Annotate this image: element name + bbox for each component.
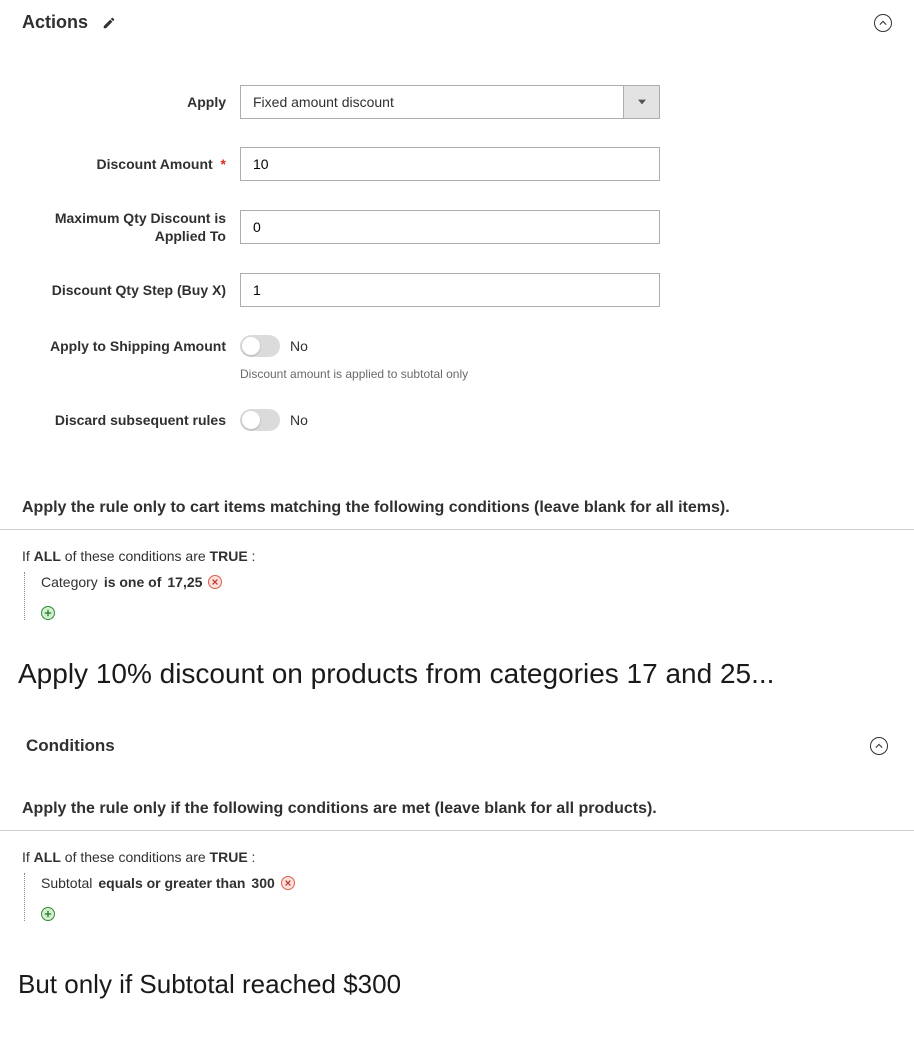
- condition-operator[interactable]: is one of: [104, 574, 162, 590]
- chevron-down-icon[interactable]: [623, 86, 659, 118]
- cart-conditions-heading: Apply the rule only to cart items matchi…: [0, 499, 914, 530]
- rule-prefix: If: [22, 548, 34, 564]
- discount-amount-row: Discount Amount *: [22, 147, 892, 181]
- condition-value[interactable]: 17,25: [167, 574, 202, 590]
- remove-condition-icon[interactable]: [281, 876, 295, 890]
- qty-step-row: Discount Qty Step (Buy X): [22, 273, 892, 307]
- qty-step-input[interactable]: [240, 273, 660, 307]
- caption-subtotal: But only if Subtotal reached $300: [0, 941, 914, 1010]
- rule-mid: of these conditions are: [61, 849, 210, 865]
- cart-rule-root: If ALL of these conditions are TRUE :: [22, 548, 892, 564]
- apply-label: Apply: [22, 93, 240, 111]
- condition-value[interactable]: 300: [251, 875, 274, 891]
- conditions-rule-root: If ALL of these conditions are TRUE :: [22, 849, 892, 865]
- conditions-header[interactable]: Conditions: [0, 718, 914, 764]
- apply-shipping-row: Apply to Shipping Amount No Discount amo…: [22, 335, 892, 381]
- discount-amount-label: Discount Amount *: [22, 155, 240, 173]
- rule-all-aggregator[interactable]: ALL: [34, 849, 61, 865]
- qty-step-label: Discount Qty Step (Buy X): [22, 281, 240, 299]
- conditions-item: Subtotal equals or greater than 300: [41, 873, 892, 891]
- discard-rules-toggle[interactable]: [240, 409, 280, 431]
- toggle-knob: [242, 411, 260, 429]
- toggle-knob: [242, 337, 260, 355]
- apply-select[interactable]: Fixed amount discount: [240, 85, 660, 119]
- discard-rules-value: No: [290, 412, 308, 428]
- rule-prefix: If: [22, 849, 34, 865]
- rule-true-value[interactable]: TRUE: [210, 849, 248, 865]
- max-qty-input[interactable]: [240, 210, 660, 244]
- apply-value: Fixed amount discount: [241, 86, 623, 118]
- discount-amount-input[interactable]: [240, 147, 660, 181]
- apply-shipping-toggle[interactable]: [240, 335, 280, 357]
- edit-icon[interactable]: [102, 16, 116, 30]
- actions-header[interactable]: Actions: [0, 0, 914, 45]
- cart-rule-container: If ALL of these conditions are TRUE : Ca…: [0, 548, 914, 640]
- rule-suffix: :: [248, 849, 256, 865]
- discard-rules-label: Discard subsequent rules: [22, 411, 240, 429]
- collapse-icon[interactable]: [870, 737, 888, 755]
- rule-mid: of these conditions are: [61, 548, 210, 564]
- apply-shipping-value: No: [290, 338, 308, 354]
- conditions-rule-children: Subtotal equals or greater than 300: [24, 873, 892, 921]
- discount-amount-label-text: Discount Amount: [97, 156, 213, 172]
- remove-condition-icon[interactable]: [208, 575, 222, 589]
- max-qty-row: Maximum Qty Discount is Applied To: [22, 209, 892, 245]
- collapse-icon[interactable]: [874, 14, 892, 32]
- add-condition-icon[interactable]: [41, 907, 55, 921]
- cart-condition-item: Category is one of 17,25: [41, 572, 892, 590]
- discard-rules-row: Discard subsequent rules No: [22, 409, 892, 431]
- rule-true-value[interactable]: TRUE: [210, 548, 248, 564]
- max-qty-label: Maximum Qty Discount is Applied To: [22, 209, 240, 245]
- rule-suffix: :: [248, 548, 256, 564]
- condition-operator[interactable]: equals or greater than: [98, 875, 245, 891]
- apply-row: Apply Fixed amount discount: [22, 85, 892, 119]
- condition-attribute[interactable]: Subtotal: [41, 875, 92, 891]
- cart-rule-children: Category is one of 17,25: [24, 572, 892, 620]
- conditions-rule-container: If ALL of these conditions are TRUE : Su…: [0, 849, 914, 941]
- rule-all-aggregator[interactable]: ALL: [34, 548, 61, 564]
- required-star-icon: *: [221, 156, 226, 172]
- apply-shipping-label: Apply to Shipping Amount: [22, 335, 240, 355]
- condition-attribute[interactable]: Category: [41, 574, 98, 590]
- add-condition-icon[interactable]: [41, 606, 55, 620]
- actions-title: Actions: [22, 12, 88, 33]
- caption-discount: Apply 10% discount on products from cate…: [0, 640, 914, 718]
- apply-shipping-helper: Discount amount is applied to subtotal o…: [240, 367, 660, 381]
- conditions-subheading: Apply the rule only if the following con…: [0, 800, 914, 831]
- conditions-title: Conditions: [26, 736, 115, 756]
- actions-form: Apply Fixed amount discount Discount Amo…: [0, 45, 914, 479]
